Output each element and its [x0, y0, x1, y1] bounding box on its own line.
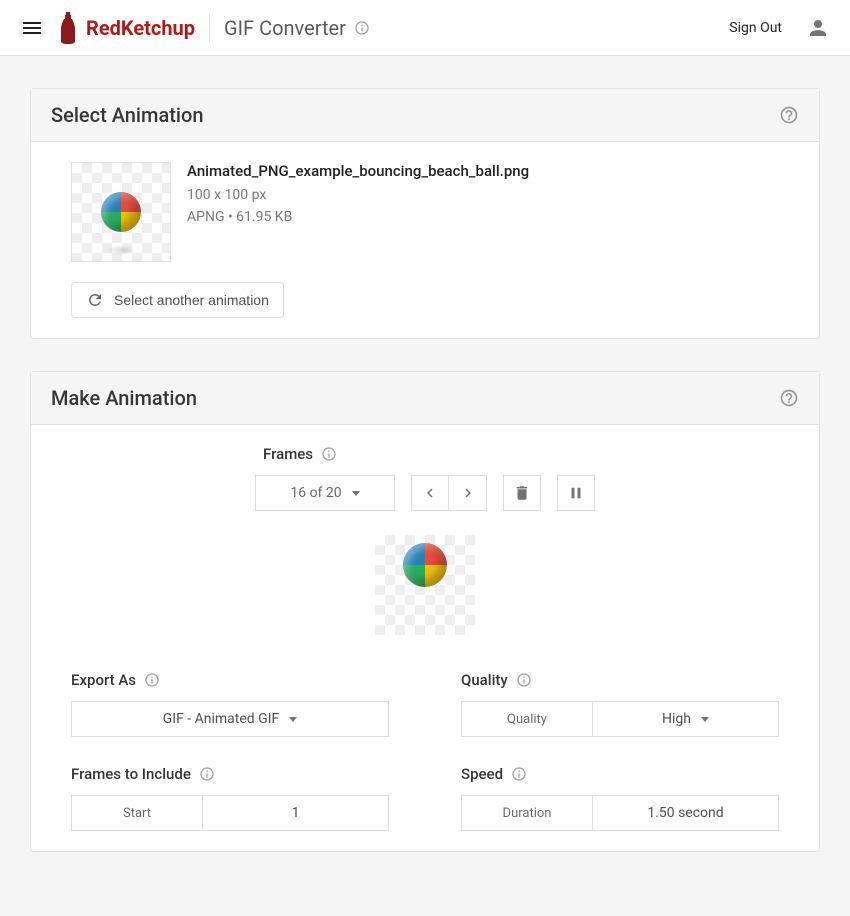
export-as-label: Export As — [71, 671, 136, 689]
quality-label: Quality — [461, 671, 508, 689]
frame-count-dropdown[interactable]: 16 of 20 — [255, 475, 395, 511]
trash-icon — [513, 484, 531, 502]
quality-split-label: Quality — [461, 701, 593, 737]
ketchup-bottle-icon — [56, 10, 80, 46]
frames-include-input[interactable]: 1 — [203, 795, 389, 831]
export-as-dropdown[interactable]: GIF - Animated GIF — [71, 701, 389, 737]
chevron-down-icon — [352, 491, 360, 496]
speed-input[interactable]: 1.50 second — [593, 795, 779, 831]
chevron-down-icon — [701, 717, 709, 722]
hamburger-icon — [20, 16, 44, 40]
user-menu-button[interactable] — [798, 8, 838, 48]
pause-icon — [567, 484, 585, 502]
speed-split-label: Duration — [461, 795, 593, 831]
select-another-label: Select another animation — [114, 292, 269, 308]
file-format-size: APNG • 61.95 KB — [187, 206, 529, 228]
frames-include-split-label: Start — [71, 795, 203, 831]
chevron-down-icon — [289, 717, 297, 722]
export-as-info-icon[interactable] — [144, 672, 160, 688]
frames-include-label: Frames to Include — [71, 765, 191, 783]
menu-button[interactable] — [12, 8, 52, 48]
select-animation-header: Select Animation — [31, 89, 819, 142]
sign-out-link[interactable]: Sign Out — [717, 12, 794, 44]
file-thumbnail — [71, 162, 171, 262]
frames-include-value: 1 — [292, 805, 300, 821]
help-icon[interactable] — [779, 105, 799, 125]
frame-next-button[interactable] — [449, 475, 487, 511]
beach-ball-icon — [101, 192, 141, 232]
person-icon — [806, 16, 830, 40]
file-dimensions: 100 x 100 px — [187, 184, 529, 206]
speed-info-icon[interactable] — [511, 766, 527, 782]
quality-info-icon[interactable] — [516, 672, 532, 688]
chevron-right-icon — [459, 484, 477, 502]
select-animation-card: Select Animation Animated_PNG_example_bo… — [30, 88, 820, 339]
frames-info-icon[interactable] — [321, 446, 337, 462]
page-title: GIF Converter — [224, 16, 346, 40]
page-info-icon[interactable] — [354, 20, 370, 36]
speed-value: 1.50 second — [647, 805, 723, 821]
refresh-icon — [86, 291, 104, 309]
reflection-icon — [106, 245, 136, 255]
brand-name: RedKetchup — [86, 16, 195, 40]
quality-value: High — [662, 711, 691, 727]
frame-count-value: 16 of 20 — [290, 485, 341, 501]
export-as-value: GIF - Animated GIF — [163, 711, 280, 727]
make-animation-title: Make Animation — [51, 386, 197, 410]
frames-label: Frames — [263, 445, 313, 463]
make-animation-header: Make Animation — [31, 372, 819, 425]
select-another-button[interactable]: Select another animation — [71, 282, 284, 318]
chevron-left-icon — [421, 484, 439, 502]
file-info-row: Animated_PNG_example_bouncing_beach_ball… — [71, 162, 779, 262]
frame-delete-button[interactable] — [503, 475, 541, 511]
file-info: Animated_PNG_example_bouncing_beach_ball… — [187, 162, 529, 229]
speed-label: Speed — [461, 765, 503, 783]
file-name: Animated_PNG_example_bouncing_beach_ball… — [187, 162, 529, 180]
quality-dropdown[interactable]: High — [593, 701, 779, 737]
header-divider — [209, 14, 210, 42]
beach-ball-icon — [403, 543, 447, 587]
frame-prev-button[interactable] — [411, 475, 449, 511]
app-header: RedKetchup GIF Converter Sign Out — [0, 0, 850, 56]
frame-pause-button[interactable] — [557, 475, 595, 511]
select-animation-title: Select Animation — [51, 103, 203, 127]
frame-preview — [375, 535, 475, 635]
frames-include-info-icon[interactable] — [199, 766, 215, 782]
brand-logo[interactable]: RedKetchup — [56, 10, 195, 46]
make-animation-card: Make Animation Frames 16 of 20 — [30, 371, 820, 852]
help-icon[interactable] — [779, 388, 799, 408]
